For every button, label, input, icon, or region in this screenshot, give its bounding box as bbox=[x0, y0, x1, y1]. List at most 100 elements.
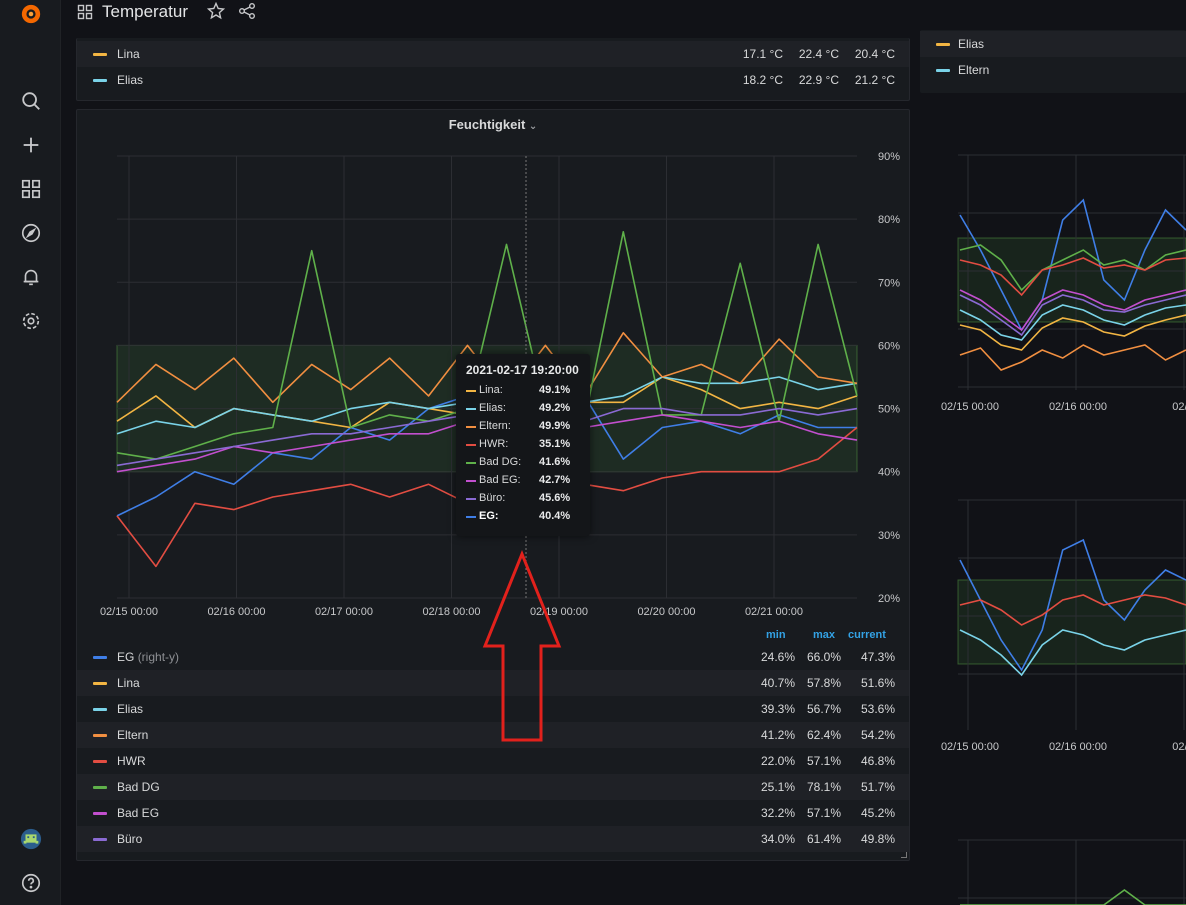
x-tick-label: 02/18 00:00 bbox=[422, 606, 480, 618]
dashboard-title[interactable]: Temperatur bbox=[102, 2, 188, 22]
max-value: 56.7% bbox=[806, 702, 841, 716]
tooltip-series-name: Bad DG: bbox=[479, 456, 522, 468]
x-tick-label: 02/15 00:00 bbox=[941, 401, 999, 413]
tooltip-series-name: Lina: bbox=[479, 384, 503, 396]
x-tick-label: 02/16 00:00 bbox=[207, 606, 265, 618]
max-value: 57.1% bbox=[806, 754, 841, 768]
series-swatch bbox=[93, 682, 107, 685]
explore-compass-icon[interactable] bbox=[19, 221, 43, 245]
tooltip-item: Eltern: 49.9% bbox=[466, 418, 586, 436]
grafana-logo-icon[interactable] bbox=[19, 2, 43, 26]
series-swatch bbox=[466, 390, 476, 392]
max-value: 61.4% bbox=[806, 832, 841, 846]
right-lower-chart[interactable]: 02/15 00:00 02/16 00:00 02/17 bbox=[920, 480, 1186, 780]
series-swatch bbox=[93, 708, 107, 711]
legend-header-current[interactable]: current bbox=[848, 629, 886, 641]
tooltip-series-name: EG: bbox=[479, 510, 499, 522]
max-value: 22.9 °C bbox=[798, 73, 839, 87]
current-value: 46.8% bbox=[860, 754, 895, 768]
series-swatch bbox=[466, 408, 476, 410]
current-value: 51.6% bbox=[860, 676, 895, 690]
legend-header-max[interactable]: max bbox=[813, 629, 835, 641]
current-value: 21.2 °C bbox=[854, 73, 895, 87]
search-icon[interactable] bbox=[19, 89, 43, 113]
right-upper-chart[interactable]: 02/15 00:00 02/16 00:00 02/17 bbox=[920, 100, 1186, 440]
legend-row-lina[interactable]: Lina 17.1 °C 22.4 °C 20.4 °C bbox=[77, 41, 909, 67]
max-value: 22.4 °C bbox=[798, 47, 839, 61]
tooltip-series-name: Bad EG: bbox=[479, 474, 521, 486]
max-value: 62.4% bbox=[806, 728, 841, 742]
chart-tooltip: 2021-02-17 19:20:00 Lina: 49.1% Elias: 49.2… bbox=[456, 354, 590, 536]
series-name: Elias bbox=[958, 37, 985, 51]
legend-header-min[interactable]: min bbox=[766, 629, 786, 641]
right-bottom-chart[interactable] bbox=[920, 830, 1186, 905]
max-value: 57.8% bbox=[806, 676, 841, 690]
series-name: HWR bbox=[117, 754, 146, 768]
tooltip-series-value: 45.6% bbox=[539, 492, 571, 504]
share-icon[interactable] bbox=[238, 2, 256, 20]
panel-title-text: Feuchtigkeit bbox=[448, 117, 526, 132]
tooltip-item: Büro: 45.6% bbox=[466, 490, 586, 508]
series-name: Eltern bbox=[117, 728, 149, 742]
series-swatch bbox=[93, 53, 107, 56]
current-value: 51.7% bbox=[860, 780, 895, 794]
y-tick-label: 20% bbox=[878, 593, 900, 605]
x-tick-label: 02/15 00:00 bbox=[100, 606, 158, 618]
min-value: 17.1 °C bbox=[742, 47, 783, 61]
tooltip-series-name: HWR: bbox=[479, 438, 509, 450]
resize-handle-icon[interactable] bbox=[901, 852, 907, 858]
series-swatch bbox=[466, 480, 476, 482]
legend-row-bad-dg[interactable]: Bad DG 25.1% 78.1% 51.7% bbox=[77, 774, 909, 800]
tooltip-item: Bad DG: 41.6% bbox=[466, 454, 586, 472]
series-swatch bbox=[936, 69, 950, 72]
min-value: 18.2 °C bbox=[742, 73, 783, 87]
y-tick-label: 50% bbox=[878, 404, 900, 416]
tooltip-series-name: Elias: bbox=[479, 402, 506, 414]
legend-row-buero[interactable]: Büro 34.0% 61.4% 49.8% bbox=[77, 826, 909, 852]
legend-row-elias[interactable]: Elias 18.2 °C 22.9 °C 21.2 °C bbox=[77, 67, 909, 93]
series-swatch bbox=[93, 838, 107, 841]
tooltip-series-name: Eltern: bbox=[479, 420, 511, 432]
legend-row-right-1[interactable]: Elias bbox=[920, 31, 1186, 57]
x-tick-label: 02/16 00:00 bbox=[1049, 741, 1107, 753]
series-swatch bbox=[93, 79, 107, 82]
tooltip-series-name: Büro: bbox=[479, 492, 506, 504]
dashboard-grid-icon bbox=[77, 4, 93, 20]
right-legend-panel: Elias Eltern bbox=[920, 30, 1186, 93]
series-name: Bad EG bbox=[117, 806, 160, 820]
series-swatch bbox=[466, 516, 476, 518]
y-tick-label: 30% bbox=[878, 530, 900, 542]
settings-gear-icon[interactable] bbox=[19, 309, 43, 333]
x-tick-label: 02/21 00:00 bbox=[745, 606, 803, 618]
y-tick-label: 60% bbox=[878, 340, 900, 352]
max-value: 57.1% bbox=[806, 806, 841, 820]
x-tick-label: 02/17 00:00 bbox=[315, 606, 373, 618]
current-value: 49.8% bbox=[860, 832, 895, 846]
alerting-bell-icon[interactable] bbox=[19, 265, 43, 289]
series-swatch bbox=[93, 734, 107, 737]
y-tick-label: 70% bbox=[878, 277, 900, 289]
legend-row-hwr[interactable]: HWR 22.0% 57.1% 46.8% bbox=[77, 748, 909, 774]
star-icon[interactable] bbox=[206, 1, 226, 20]
series-name: EG (right-y) bbox=[117, 650, 180, 664]
x-tick-label: 02/15 00:00 bbox=[941, 741, 999, 753]
dashboards-icon[interactable] bbox=[19, 177, 43, 201]
series-line bbox=[959, 344, 1186, 371]
current-value: 47.3% bbox=[860, 650, 895, 664]
plus-icon[interactable] bbox=[19, 133, 43, 157]
x-tick-label: 02/17 bbox=[1172, 741, 1186, 753]
user-avatar[interactable] bbox=[19, 827, 43, 851]
legend-row-right-2[interactable]: Eltern bbox=[920, 57, 1186, 83]
panel-title[interactable]: Feuchtigkeit ⌄ bbox=[77, 117, 909, 132]
series-swatch bbox=[466, 498, 476, 500]
help-icon[interactable] bbox=[19, 871, 43, 895]
y-tick-label: 90% bbox=[878, 151, 900, 163]
max-value: 78.1% bbox=[806, 780, 841, 794]
legend-row-bad-eg[interactable]: Bad EG 32.2% 57.1% 45.2% bbox=[77, 800, 909, 826]
tooltip-item: Bad EG: 42.7% bbox=[466, 472, 586, 490]
tooltip-item: EG: 40.4% bbox=[466, 508, 586, 526]
y-tick-label: 80% bbox=[878, 214, 900, 226]
y-tick-label: 40% bbox=[878, 467, 900, 479]
current-value: 20.4 °C bbox=[854, 47, 895, 61]
series-name: Elias bbox=[117, 702, 144, 716]
